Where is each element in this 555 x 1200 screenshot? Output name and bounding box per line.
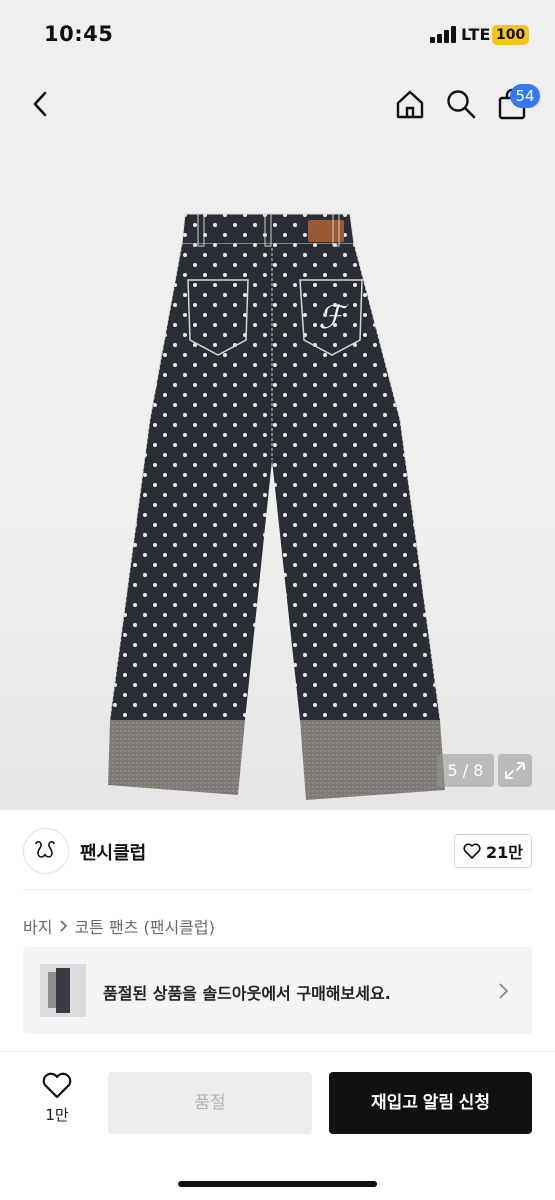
- soldout-banner-text: 품절된 상품을 솔드아웃에서 구매해보세요.: [103, 984, 391, 1003]
- home-icon: [396, 90, 424, 119]
- restock-alert-button[interactable]: 재입고 알림 신청: [329, 1072, 532, 1134]
- network-label: LTE: [461, 25, 491, 44]
- home-indicator: [178, 1181, 377, 1187]
- back-button[interactable]: [26, 88, 54, 120]
- breadcrumb-category[interactable]: 바지: [23, 914, 52, 938]
- soldout-banner[interactable]: 품절된 상품을 솔드아웃에서 구매해보세요.: [23, 947, 532, 1034]
- wish-button[interactable]: 1만: [36, 1072, 78, 1125]
- cart-count-badge: 54: [510, 84, 540, 108]
- status-time: 10:45: [44, 22, 114, 46]
- brand-like-button[interactable]: 21만: [454, 834, 532, 868]
- expand-icon: [505, 762, 525, 779]
- divider: [23, 889, 532, 890]
- breadcrumb-subcategory[interactable]: 코튼 팬츠 (팬시클럽): [74, 914, 214, 938]
- heart-icon: [42, 1072, 72, 1099]
- heart-icon: [463, 843, 481, 859]
- expand-button[interactable]: [498, 754, 532, 787]
- image-counter: 5 / 8: [437, 754, 494, 787]
- battery-icon: 100: [492, 25, 530, 45]
- search-icon: [447, 90, 476, 119]
- product-image-gallery[interactable]: ℱ: [0, 70, 555, 810]
- status-bar: 10:45 LTE 100: [0, 0, 555, 70]
- signal-icon: [430, 26, 456, 43]
- brand-like-count: 21만: [486, 843, 523, 862]
- soldout-button[interactable]: 품절: [108, 1072, 312, 1134]
- breadcrumb: 바지 코튼 팬츠 (팬시클럽): [23, 914, 215, 938]
- divider: [0, 1051, 555, 1052]
- chevron-right-icon: [60, 920, 68, 932]
- brand-name[interactable]: 팬시클럽: [80, 839, 146, 865]
- home-button[interactable]: [392, 86, 428, 122]
- brand-logo[interactable]: [23, 828, 69, 874]
- back-icon: [33, 91, 47, 117]
- brand-logo-icon: [35, 840, 55, 858]
- search-button[interactable]: [443, 86, 479, 122]
- product-image: ℱ: [108, 213, 445, 800]
- chevron-right-icon: [499, 983, 509, 999]
- soldout-thumbnail: [40, 964, 86, 1017]
- wish-count: 1만: [45, 1106, 69, 1124]
